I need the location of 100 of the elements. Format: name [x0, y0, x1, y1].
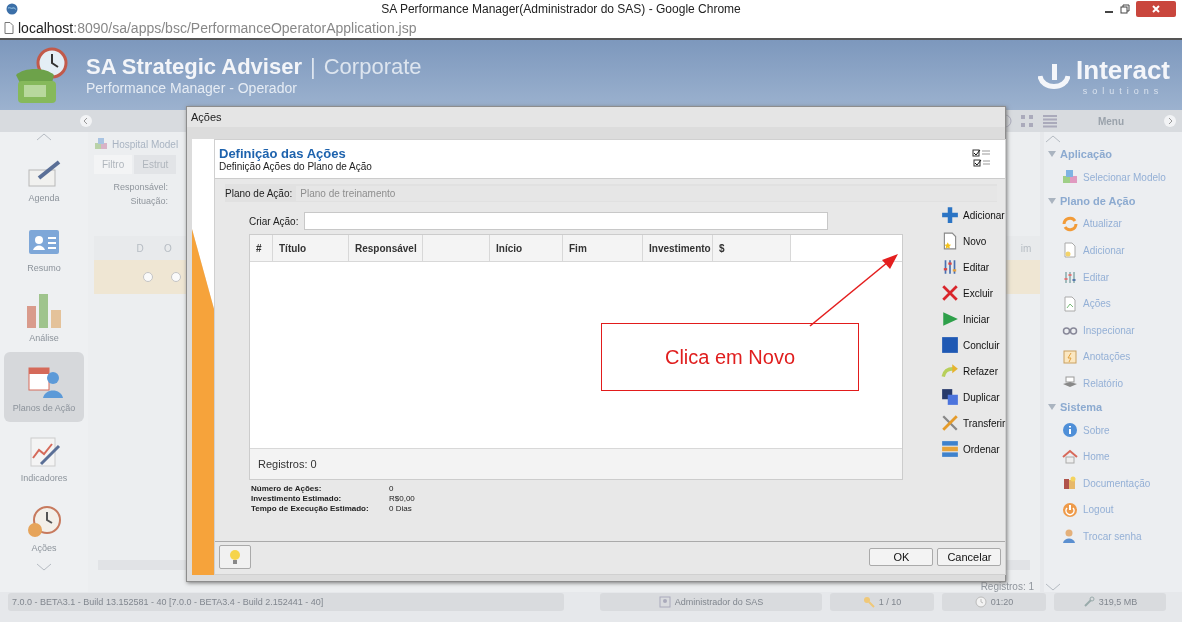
expanded-triangle-icon [1048, 196, 1056, 205]
nav-item[interactable]: Indicadores [4, 422, 84, 492]
dialog-subheading: Definição Ações do Plano de Ação [219, 161, 373, 172]
summary-value: 0 [389, 484, 395, 493]
nav-item[interactable]: Resumo [4, 212, 84, 282]
menu-item[interactable]: Inspecionar [1044, 316, 1182, 344]
cubes-icon [94, 138, 108, 150]
menu-item[interactable]: Trocar senha [1044, 523, 1182, 550]
expanded-triangle-icon [1048, 150, 1056, 158]
edition-name: Corporate [323, 54, 422, 80]
cancel-button[interactable]: Cancelar [937, 548, 1002, 566]
action-button[interactable]: Ordenar [941, 436, 1006, 462]
user-badge-icon [658, 596, 671, 608]
tools-icon [941, 414, 959, 432]
books-icon [1062, 475, 1078, 492]
collapse-right-icon[interactable] [1164, 115, 1176, 127]
restore-icon[interactable] [1120, 4, 1130, 14]
model-name: Hospital Model [112, 138, 179, 150]
close-icon[interactable] [1136, 1, 1176, 17]
scroll-up-icon[interactable] [35, 132, 53, 142]
power-icon [1062, 501, 1078, 518]
menu-item[interactable]: Ações [1044, 290, 1182, 317]
app-subtitle: Performance Manager - Operador [86, 80, 298, 96]
summary-label: Número de Ações: [251, 484, 323, 493]
globe-icon [6, 3, 18, 15]
column-header: Investimento [643, 235, 713, 261]
collapse-left-icon[interactable] [80, 115, 92, 127]
tip-button[interactable] [219, 545, 251, 569]
checklist-icon [971, 148, 992, 170]
menu-section[interactable]: Sistema [1044, 396, 1182, 417]
action-button[interactable]: Transferir [941, 410, 1006, 436]
nav-item[interactable]: Agenda [4, 142, 84, 212]
field-label: Criar Ação: [249, 215, 299, 227]
record-count: Registros: 0 [250, 448, 902, 479]
lightbulb-icon [228, 549, 242, 565]
wrench-icon [1082, 596, 1095, 608]
action-button[interactable]: Concluir [941, 332, 1006, 358]
action-button[interactable]: Adicionar [941, 202, 1006, 228]
menu-item[interactable]: Documentação [1044, 469, 1182, 497]
filter-label: Responsável: [112, 182, 168, 192]
chart-icon [25, 291, 63, 330]
scroll-down-icon[interactable] [35, 562, 53, 572]
callout-box: Clica em Novo [601, 323, 859, 391]
action-button[interactable]: Novo [941, 228, 1006, 254]
dialog-heading: Definição das Ações [219, 146, 347, 161]
create-action-field[interactable] [304, 212, 829, 230]
nav-item[interactable]: Planos de Ação [4, 352, 84, 422]
info-icon [1062, 422, 1078, 439]
status-page: 1 / 10 [830, 593, 934, 611]
document-icon [1062, 295, 1078, 312]
summary-label: Investimento Estimado: [251, 494, 343, 503]
radio-icon[interactable] [143, 272, 153, 282]
menu-item[interactable]: Adicionar [1044, 237, 1182, 264]
action-button[interactable]: Excluir [941, 280, 1006, 306]
menu-item[interactable]: Logout [1044, 496, 1182, 524]
brand-name: Interact [1076, 54, 1170, 86]
menu-item[interactable]: Home [1044, 443, 1182, 470]
action-button[interactable]: Iniciar [941, 306, 1006, 332]
status-user: Administrador do SAS [600, 593, 822, 611]
dialog-title: Ações [187, 107, 1005, 127]
clock-icon [974, 596, 987, 608]
summary-value: R$0,00 [389, 494, 416, 503]
brand-tagline: solutions [1082, 85, 1164, 96]
document-star-icon [941, 232, 959, 250]
menu-section[interactable]: Plano de Ação [1044, 190, 1182, 211]
status-time: 01:20 [942, 593, 1046, 611]
nav-item[interactable]: Ações [4, 492, 84, 562]
menu-item[interactable]: Editar [1044, 263, 1182, 291]
ok-button[interactable]: OK [869, 548, 934, 566]
action-button[interactable]: Editar [941, 254, 1006, 280]
window-title: SA Performance Manager(Administrador do SAS) - Google Chrome [380, 2, 742, 16]
refresh-icon [1062, 215, 1078, 232]
scroll-down-icon[interactable] [1044, 582, 1062, 592]
document-icon [1062, 242, 1078, 259]
column-header: Responsável [349, 235, 423, 261]
product-name: SA Strategic Adviser [86, 54, 302, 80]
menu-item[interactable]: Relatório [1044, 370, 1182, 397]
menu-item[interactable]: Selecionar Modelo [1044, 164, 1182, 191]
scroll-up-icon[interactable] [1044, 134, 1062, 144]
menu-item[interactable]: Sobre [1044, 416, 1182, 444]
action-button[interactable]: Refazer [941, 358, 1006, 384]
action-button[interactable]: Duplicar [941, 384, 1006, 410]
page-icon [4, 22, 14, 34]
note-icon [1062, 348, 1078, 365]
menu-section[interactable]: Aplicação [1044, 144, 1182, 164]
curved-arrow-icon [941, 362, 959, 380]
url-text[interactable]: localhost:8090/sa/apps/bsc/PerformanceOperatorApplication.jsp [18, 20, 417, 36]
menu-item[interactable]: Atualizar [1044, 210, 1182, 238]
play-icon [941, 310, 959, 328]
grid-icon[interactable] [1020, 114, 1034, 128]
cubes-icon [1062, 169, 1078, 186]
expanded-triangle-icon [1048, 402, 1056, 411]
menu-icon[interactable] [1042, 114, 1058, 128]
status-memory: 319,5 MB [1054, 593, 1166, 611]
plus-icon [941, 206, 959, 224]
title-separator: | [310, 54, 316, 80]
menu-item[interactable]: Anotações [1044, 343, 1182, 371]
nav-item[interactable]: Análise [4, 282, 84, 352]
radio-icon[interactable] [171, 272, 181, 282]
tab[interactable]: Filtro [94, 155, 133, 174]
